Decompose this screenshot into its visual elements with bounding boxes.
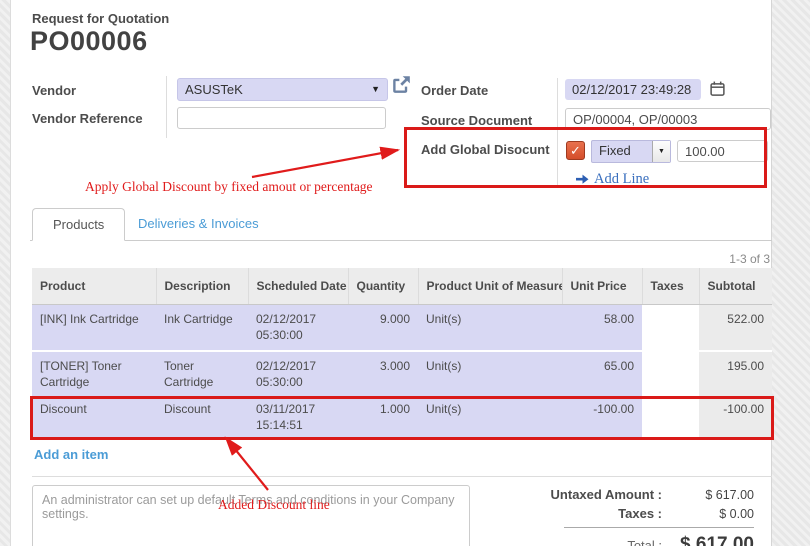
cell-quantity: 9.000 bbox=[348, 305, 418, 352]
col-uom: Product Unit of Measure bbox=[418, 268, 562, 305]
cell-uom: Unit(s) bbox=[418, 351, 562, 398]
cell-description: Discount bbox=[156, 398, 248, 437]
annotation-discount-line: Added Discount line bbox=[218, 497, 330, 513]
totals-divider bbox=[564, 527, 754, 528]
cell-subtotal: 522.00 bbox=[699, 305, 772, 352]
untaxed-amount-label: Untaxed Amount : bbox=[526, 487, 662, 502]
vendor-select-value: ASUSTeK bbox=[185, 82, 243, 97]
cell-scheduled-date: 03/11/2017 15:14:51 bbox=[248, 398, 348, 437]
col-scheduled-date: Scheduled Date bbox=[248, 268, 348, 305]
col-unit-price: Unit Price bbox=[562, 268, 642, 305]
vendor-reference-label: Vendor Reference bbox=[32, 111, 143, 126]
vendor-reference-input[interactable] bbox=[177, 107, 386, 129]
cell-scheduled-date: 02/12/2017 05:30:00 bbox=[248, 351, 348, 398]
chevron-down-icon: ▼ bbox=[371, 85, 380, 94]
total-label: Total : bbox=[526, 538, 662, 546]
cell-taxes bbox=[642, 305, 699, 352]
add-line-link[interactable]: Add Line bbox=[576, 171, 649, 188]
taxes-value: $ 0.00 bbox=[662, 507, 754, 521]
global-discount-label: Add Global Disocunt bbox=[421, 142, 550, 157]
cell-quantity: 3.000 bbox=[348, 351, 418, 398]
source-document-label: Source Document bbox=[421, 113, 532, 128]
vendor-select[interactable]: ASUSTeK ▼ bbox=[177, 78, 388, 101]
tab-bar: Products Deliveries & Invoices bbox=[30, 208, 772, 241]
table-row-toner[interactable]: [TONER] Toner Cartridge Toner Cartridge … bbox=[32, 351, 772, 398]
pager: 1-3 of 3 bbox=[640, 252, 770, 266]
cell-unit-price: 58.00 bbox=[562, 305, 642, 352]
source-document-input[interactable] bbox=[565, 108, 771, 130]
cell-uom: Unit(s) bbox=[418, 398, 562, 437]
cell-scheduled-date: 02/12/2017 05:30:00 bbox=[248, 305, 348, 352]
vendor-label: Vendor bbox=[32, 83, 76, 98]
cell-unit-price: -100.00 bbox=[562, 398, 642, 437]
col-taxes: Taxes bbox=[642, 268, 699, 305]
table-row-discount[interactable]: Discount Discount 03/11/2017 15:14:51 1.… bbox=[32, 398, 772, 437]
add-an-item-link[interactable]: Add an item bbox=[32, 439, 152, 470]
cell-subtotal: 195.00 bbox=[699, 351, 772, 398]
arrow-right-icon bbox=[576, 174, 589, 185]
cell-uom: Unit(s) bbox=[418, 305, 562, 352]
terms-conditions-textarea[interactable]: An administrator can set up default Term… bbox=[32, 485, 470, 546]
calendar-icon[interactable] bbox=[710, 81, 725, 96]
order-date-input[interactable]: 02/12/2017 23:49:28 bbox=[565, 79, 701, 100]
table-row-ink[interactable]: [INK] Ink Cartridge Ink Cartridge 02/12/… bbox=[32, 305, 772, 352]
cell-product: [TONER] Toner Cartridge bbox=[32, 351, 156, 398]
discount-amount-input[interactable] bbox=[677, 140, 768, 162]
cell-taxes bbox=[642, 351, 699, 398]
tab-deliveries-invoices[interactable]: Deliveries & Invoices bbox=[124, 208, 273, 241]
order-date-label: Order Date bbox=[421, 83, 488, 98]
external-link-icon[interactable] bbox=[392, 75, 411, 94]
cell-description: Toner Cartridge bbox=[156, 351, 248, 398]
tab-products[interactable]: Products bbox=[32, 208, 125, 241]
col-subtotal: Subtotal bbox=[699, 268, 772, 305]
cell-taxes bbox=[642, 398, 699, 437]
document-type-label: Request for Quotation bbox=[32, 11, 169, 26]
form-separator-left bbox=[166, 76, 167, 138]
form-separator-right bbox=[557, 78, 558, 188]
page-title: PO00006 bbox=[30, 26, 148, 57]
table-header-row: Product Description Scheduled Date Quant… bbox=[32, 268, 772, 305]
totals-block: Untaxed Amount : $ 617.00 Taxes : $ 0.00… bbox=[526, 485, 772, 546]
discount-type-value: Fixed bbox=[592, 141, 652, 162]
cell-description: Ink Cartridge bbox=[156, 305, 248, 352]
col-description: Description bbox=[156, 268, 248, 305]
cell-product: [INK] Ink Cartridge bbox=[32, 305, 156, 352]
taxes-label: Taxes : bbox=[526, 506, 662, 521]
col-quantity: Quantity bbox=[348, 268, 418, 305]
checkmark-icon: ✓ bbox=[570, 143, 581, 158]
discount-type-select[interactable]: Fixed ▼ bbox=[591, 140, 671, 163]
col-product: Product bbox=[32, 268, 156, 305]
order-date-value: 02/12/2017 23:49:28 bbox=[572, 82, 691, 97]
untaxed-amount-value: $ 617.00 bbox=[662, 488, 754, 502]
cell-product: Discount bbox=[32, 398, 156, 437]
chevron-down-icon: ▼ bbox=[652, 141, 670, 162]
annotation-global-discount: Apply Global Discount by fixed amout or … bbox=[85, 179, 373, 195]
order-lines-table: Product Description Scheduled Date Quant… bbox=[32, 268, 772, 439]
cell-quantity: 1.000 bbox=[348, 398, 418, 437]
cell-subtotal: -100.00 bbox=[699, 398, 772, 437]
cell-unit-price: 65.00 bbox=[562, 351, 642, 398]
global-discount-checkbox[interactable]: ✓ bbox=[566, 141, 585, 160]
add-line-label: Add Line bbox=[594, 171, 649, 188]
total-value: $ 617.00 bbox=[662, 534, 754, 546]
